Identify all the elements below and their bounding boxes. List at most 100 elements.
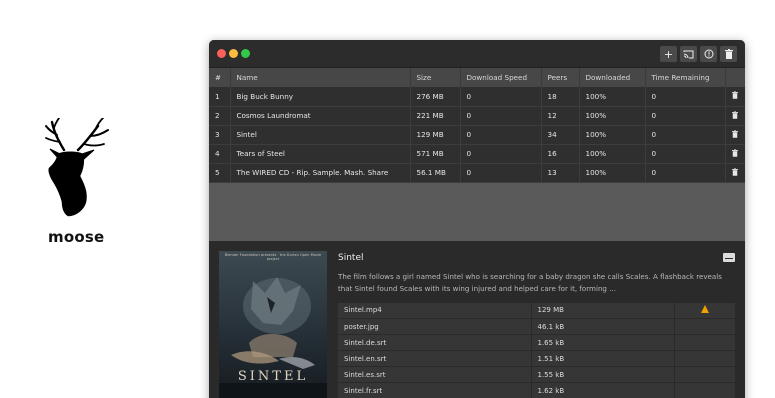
file-row[interactable]: Sintel.de.srt 1.65 kB: [338, 334, 735, 351]
file-name: poster.jpg: [338, 318, 531, 335]
torrent-row[interactable]: 5 The WIRED CD - Rip. Sample. Mash. Shar…: [209, 163, 745, 183]
deer-head-icon: [45, 118, 109, 217]
column-header[interactable]: Size: [409, 68, 460, 87]
add-torrent-button[interactable]: +: [660, 46, 677, 62]
torrent-row[interactable]: 2 Cosmos Laundromat 221 MB 0 12 100% 0: [209, 106, 745, 126]
cast-button[interactable]: [680, 46, 697, 62]
torrent-download-speed: 0: [459, 125, 541, 145]
file-row[interactable]: Sintel.es.srt 1.55 kB: [338, 366, 735, 383]
trash-icon: [732, 148, 739, 157]
torrent-downloaded: 100%: [578, 144, 645, 164]
torrent-index: 5: [209, 163, 230, 183]
brand-name: moose: [48, 228, 105, 246]
column-header-actions: [724, 68, 745, 87]
file-name: Sintel.fr.srt: [338, 382, 531, 398]
file-name: Sintel.de.srt: [338, 334, 531, 351]
torrent-time-remaining: 0: [644, 106, 725, 126]
torrent-downloaded: 100%: [578, 125, 645, 145]
file-action-cell: [673, 318, 735, 335]
torrent-title: Sintel: [338, 252, 364, 263]
file-size: 129 MB: [530, 302, 674, 319]
torrent-index: 1: [209, 87, 230, 107]
torrent-peers: 13: [540, 163, 579, 183]
torrent-row[interactable]: 3 Sintel 129 MB 0 34 100% 0: [209, 125, 745, 145]
file-list: Sintel.mp4 129 MB poster.jpg 46.1 kB Sin…: [338, 302, 735, 398]
torrent-size: 129 MB: [409, 125, 460, 145]
delete-torrent-button[interactable]: [720, 46, 737, 62]
detail-panel: Blender Foundation presents · the Durian…: [209, 240, 745, 398]
file-row[interactable]: Sintel.fr.srt 1.62 kB: [338, 382, 735, 398]
file-action-cell: [673, 382, 735, 398]
trash-icon: [732, 129, 739, 138]
torrent-peers: 34: [540, 125, 579, 145]
trash-icon: [732, 167, 739, 176]
subtitles-icon[interactable]: [723, 252, 735, 262]
torrent-time-remaining: 0: [644, 163, 725, 183]
column-header[interactable]: Name: [229, 68, 410, 87]
app-window: + # Name Size Download Speed Peers Downl…: [209, 40, 745, 398]
poster-title: SINTEL: [237, 368, 309, 384]
stage: moose + # Name Size Download Speed Peers…: [0, 0, 775, 398]
torrent-index: 3: [209, 125, 230, 145]
torrent-name: Tears of Steel: [229, 144, 410, 164]
delete-row-button[interactable]: [724, 106, 745, 126]
torrent-table: # Name Size Download Speed Peers Downloa…: [209, 68, 745, 183]
torrent-index: 4: [209, 144, 230, 164]
file-row[interactable]: poster.jpg 46.1 kB: [338, 318, 735, 335]
file-row[interactable]: Sintel.mp4 129 MB: [338, 302, 735, 319]
delete-row-button[interactable]: [724, 163, 745, 183]
torrent-downloaded: 100%: [578, 106, 645, 126]
torrent-table-header: # Name Size Download Speed Peers Downloa…: [209, 68, 745, 87]
torrent-downloaded: 100%: [578, 163, 645, 183]
delete-row-button[interactable]: [724, 144, 745, 164]
torrent-size: 571 MB: [409, 144, 460, 164]
torrent-download-speed: 0: [459, 163, 541, 183]
torrent-size: 56.1 MB: [409, 163, 460, 183]
torrent-row[interactable]: 4 Tears of Steel 571 MB 0 16 100% 0: [209, 144, 745, 164]
column-header[interactable]: Time Remaining: [644, 68, 725, 87]
zoom-window-button[interactable]: [241, 49, 250, 58]
torrent-peers: 18: [540, 87, 579, 107]
torrent-name: Big Buck Bunny: [229, 87, 410, 107]
trash-icon: [732, 110, 739, 119]
torrent-time-remaining: 0: [644, 125, 725, 145]
torrent-row[interactable]: 1 Big Buck Bunny 276 MB 0 18 100% 0: [209, 87, 745, 107]
file-action-cell: [673, 334, 735, 351]
cast-icon: [683, 50, 694, 58]
file-size: 46.1 kB: [530, 318, 674, 335]
file-row[interactable]: Sintel.en.srt 1.51 kB: [338, 350, 735, 367]
file-name: Sintel.es.srt: [338, 366, 531, 383]
trash-icon: [724, 49, 733, 59]
brand-logo: [40, 118, 120, 218]
torrent-name: Cosmos Laundromat: [229, 106, 410, 126]
file-action-cell: [673, 350, 735, 367]
column-header[interactable]: Downloaded: [578, 68, 645, 87]
torrent-download-speed: 0: [459, 87, 541, 107]
info-button[interactable]: [700, 46, 717, 62]
column-header[interactable]: Download Speed: [459, 68, 541, 87]
delete-row-button[interactable]: [724, 125, 745, 145]
minimize-window-button[interactable]: [229, 49, 238, 58]
vlc-cone-icon: [700, 305, 709, 314]
torrent-time-remaining: 0: [644, 144, 725, 164]
torrent-index: 2: [209, 106, 230, 126]
poster-credit: Blender Foundation presents · the Durian…: [224, 252, 322, 261]
torrent-name: Sintel: [229, 125, 410, 145]
torrent-peers: 16: [540, 144, 579, 164]
column-header[interactable]: #: [209, 68, 230, 87]
file-size: 1.55 kB: [530, 366, 674, 383]
file-name: Sintel.en.srt: [338, 350, 531, 367]
file-size: 1.62 kB: [530, 382, 674, 398]
close-window-button[interactable]: [217, 49, 226, 58]
torrent-peers: 12: [540, 106, 579, 126]
delete-row-button[interactable]: [724, 87, 745, 107]
file-name: Sintel.mp4: [338, 302, 531, 319]
torrent-size: 276 MB: [409, 87, 460, 107]
file-action-cell: [673, 366, 735, 383]
play-file-button[interactable]: [673, 302, 735, 319]
torrent-downloaded: 100%: [578, 87, 645, 107]
torrent-description: The film follows a girl named Sintel who…: [338, 271, 722, 294]
column-header[interactable]: Peers: [540, 68, 579, 87]
torrent-time-remaining: 0: [644, 87, 725, 107]
file-size: 1.65 kB: [530, 334, 674, 351]
